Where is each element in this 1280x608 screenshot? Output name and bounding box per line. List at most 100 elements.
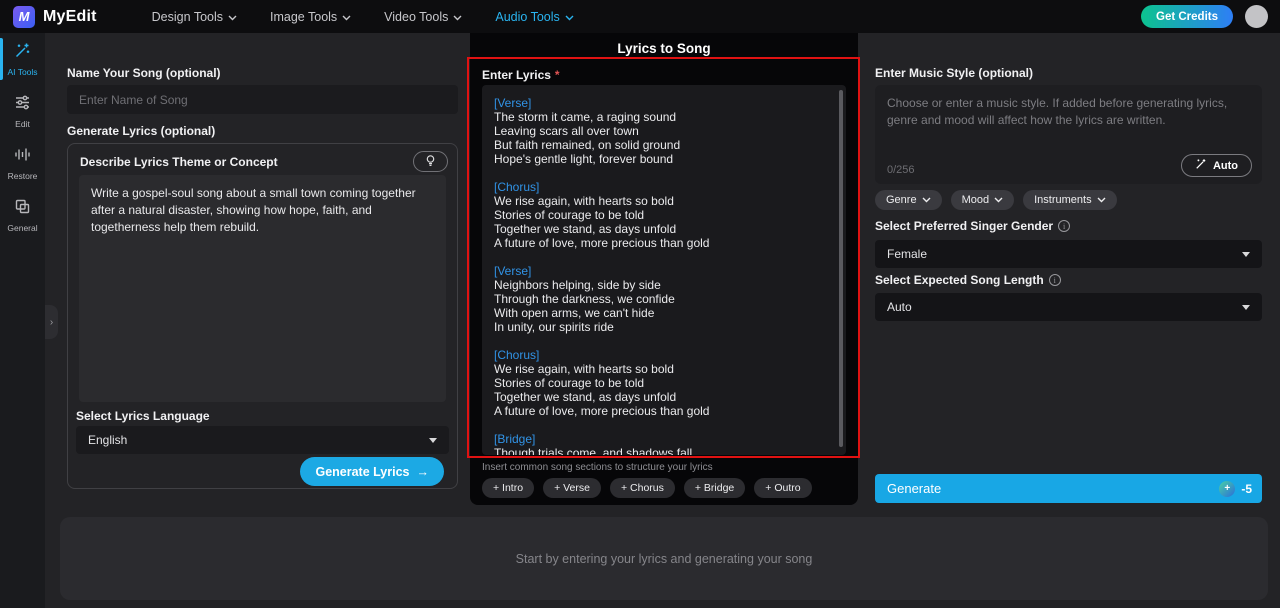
style-filter-row: Genre Mood Instruments	[875, 190, 1117, 210]
enter-lyrics-label: Enter Lyrics	[482, 68, 551, 82]
required-asterisk: *	[554, 68, 560, 82]
credit-cost: -5	[1241, 481, 1252, 496]
magic-wand-icon	[1195, 158, 1207, 173]
generate-lyrics-button-label: Generate Lyrics	[315, 464, 410, 479]
section-tag: [Chorus]	[494, 180, 540, 194]
sidebar-item-ai-tools[interactable]: AI Tools	[0, 33, 45, 85]
music-style-placeholder: Choose or enter a music style. If added …	[887, 96, 1228, 127]
lyric-line: A future of love, more precious than gol…	[494, 236, 710, 250]
lyric-line: We rise again, with hearts so bold	[494, 194, 674, 208]
result-placeholder-panel: Start by entering your lyrics and genera…	[60, 517, 1268, 600]
caret-down-icon	[1242, 251, 1250, 257]
style-filter-instruments[interactable]: Instruments	[1023, 190, 1117, 210]
music-style-label: Enter Music Style (optional)	[875, 66, 1034, 80]
idea-suggestion-button[interactable]	[413, 151, 448, 172]
lyric-line: Hope's gentle light, forever bound	[494, 152, 674, 166]
auto-style-button[interactable]: Auto	[1180, 154, 1252, 177]
brand-name: MyEdit	[43, 7, 97, 25]
chevron-down-icon	[565, 10, 574, 24]
sidebar-item-label: Restore	[7, 171, 38, 181]
add-section-button-bridge[interactable]: + Bridge	[683, 478, 746, 498]
sidebar-item-label: General	[7, 223, 38, 233]
avatar[interactable]	[1245, 5, 1268, 28]
lyrics-section: [Verse] Neighbors helping, side by side Th…	[494, 264, 834, 334]
lyric-line: But faith remained, on solid ground	[494, 138, 681, 152]
singer-gender-select[interactable]: Female	[875, 240, 1262, 268]
lyric-line: Through the darkness, we confide	[494, 292, 675, 306]
add-section-button-verse[interactable]: + Verse	[543, 478, 601, 498]
sidebar-item-edit[interactable]: Edit	[0, 85, 45, 137]
lyrics-scrollbar[interactable]	[839, 90, 843, 447]
waveform-icon	[14, 146, 31, 168]
sidebar-collapse-handle[interactable]: ›	[45, 305, 58, 339]
lyrics-content: [Verse] The storm it came, a raging sound…	[494, 96, 834, 455]
auto-style-label: Auto	[1212, 159, 1238, 172]
top-navbar: M MyEdit Design Tools Image Tools Video To…	[0, 0, 1280, 33]
chevron-right-icon: ›	[49, 316, 54, 328]
style-filter-label: Genre	[886, 194, 917, 206]
lyrics-language-value: English	[88, 433, 128, 447]
singer-gender-label-row: Select Preferred Singer Gender i	[875, 219, 1071, 233]
lyric-line: We rise again, with hearts so bold	[494, 362, 674, 376]
page-title: Lyrics to Song	[617, 41, 711, 56]
style-filter-label: Mood	[961, 194, 990, 206]
describe-theme-header: Describe Lyrics Theme or Concept	[80, 151, 448, 172]
add-section-button-intro[interactable]: + Intro	[482, 478, 535, 498]
insert-sections-hint: Insert common song sections to structure…	[482, 462, 713, 473]
section-tag: [Chorus]	[494, 348, 540, 362]
nav-menu-design-tools[interactable]: Design Tools	[152, 10, 237, 24]
tool-sidebar: AI Tools Edit Restore General	[0, 33, 45, 608]
nav-menu-audio-tools[interactable]: Audio Tools	[495, 10, 574, 24]
chevron-down-icon	[453, 10, 462, 24]
lyrics-section: [Chorus] We rise again, with hearts so bo…	[494, 348, 834, 418]
nav-menu-label: Design Tools	[151, 9, 223, 24]
info-icon[interactable]: i	[1058, 220, 1071, 232]
credit-coin-icon: +	[1219, 480, 1236, 497]
nav-menus: Design Tools Image Tools Video Tools Audio …	[152, 10, 574, 24]
lyric-line: The storm it came, a raging sound	[494, 110, 677, 124]
generate-lyrics-button[interactable]: Generate Lyrics →	[300, 457, 444, 486]
nav-menu-label: Video Tools	[384, 9, 449, 24]
song-length-value: Auto	[887, 300, 912, 314]
style-filter-mood[interactable]: Mood	[950, 190, 1015, 210]
lyric-line: With open arms, we can't hide	[494, 306, 655, 320]
chevron-down-icon	[1097, 194, 1106, 206]
chevron-down-icon	[228, 10, 237, 24]
section-tag: [Bridge]	[494, 432, 536, 446]
lyric-line: Neighbors helping, side by side	[494, 278, 661, 292]
generate-lyrics-section-label: Generate Lyrics (optional)	[67, 124, 216, 138]
generate-song-button[interactable]: Generate + -5	[875, 474, 1262, 503]
song-length-select[interactable]: Auto	[875, 293, 1262, 321]
style-filter-genre[interactable]: Genre	[875, 190, 942, 210]
layers-icon	[14, 198, 31, 220]
generate-song-label: Generate	[887, 481, 942, 496]
start-hint-text: Start by entering your lyrics and genera…	[515, 551, 813, 566]
caret-down-icon	[429, 437, 437, 443]
add-section-button-chorus[interactable]: + Chorus	[609, 478, 675, 498]
style-filter-label: Instruments	[1034, 194, 1092, 206]
myedit-logo-icon: M	[13, 5, 35, 28]
theme-textarea[interactable]: Write a gospel-soul song about a small t…	[79, 175, 446, 402]
add-section-button-outro[interactable]: + Outro	[754, 478, 812, 498]
arrow-right-icon: →	[416, 464, 430, 479]
sidebar-item-restore[interactable]: Restore	[0, 137, 45, 189]
myedit-logo[interactable]: M MyEdit	[13, 5, 97, 28]
lyric-line: Leaving scars all over town	[494, 124, 639, 138]
get-credits-button[interactable]: Get Credits	[1141, 5, 1233, 28]
chevron-down-icon	[994, 194, 1003, 206]
nav-menu-image-tools[interactable]: Image Tools	[270, 10, 351, 24]
lyrics-textarea[interactable]: [Verse] The storm it came, a raging sound…	[482, 85, 846, 455]
nav-menu-video-tools[interactable]: Video Tools	[384, 10, 462, 24]
lightbulb-icon	[424, 154, 437, 170]
info-icon[interactable]: i	[1048, 274, 1061, 286]
lyrics-language-select[interactable]: English	[76, 426, 449, 454]
lyric-line: A future of love, more precious than gol…	[494, 404, 710, 418]
lyrics-language-label: Select Lyrics Language	[76, 409, 210, 423]
music-style-textarea[interactable]: Choose or enter a music style. If added …	[875, 85, 1262, 184]
lyric-line: Though trials come, and shadows fall	[494, 446, 693, 455]
sidebar-item-general[interactable]: General	[0, 189, 45, 241]
song-name-input[interactable]: Enter Name of Song	[67, 85, 458, 114]
lyric-line: Stories of courage to be told	[494, 208, 645, 222]
singer-gender-label: Select Preferred Singer Gender	[875, 219, 1054, 233]
char-counter: 0/256	[887, 164, 915, 176]
